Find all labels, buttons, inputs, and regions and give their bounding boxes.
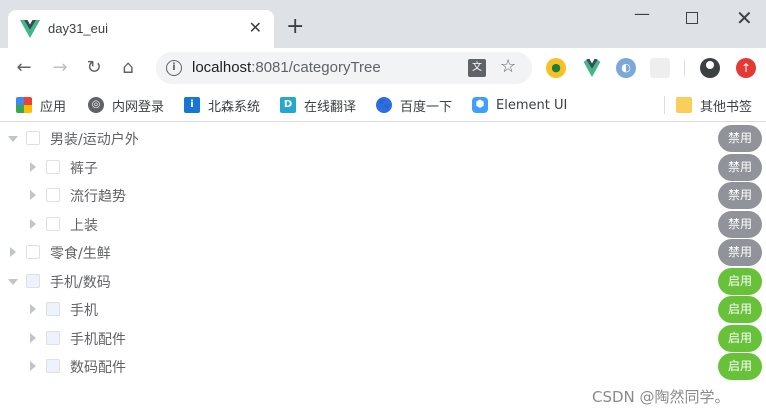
- category-tree: 男装/运动户外 禁用 裤子 禁用 流行趋势 禁用 上装 禁用 零食/生鲜 禁用 手机/数码 启用 手机启…: [0, 124, 766, 381]
- bookmark-apps[interactable]: 应用: [16, 96, 67, 115]
- info-icon[interactable]: i: [166, 60, 182, 76]
- node-checkbox[interactable]: [46, 302, 60, 316]
- caret-down-icon[interactable]: [8, 136, 18, 142]
- tree-node[interactable]: 上装 禁用: [0, 210, 766, 239]
- bookmark-label: 内网登录: [112, 99, 165, 115]
- address-bar[interactable]: i localhost:8081/categoryTree 文 ☆: [156, 52, 532, 84]
- translate-icon[interactable]: 文: [468, 59, 486, 77]
- profile-avatar-icon[interactable]: [700, 58, 720, 78]
- bookmark-beisen[interactable]: i 北森系统: [184, 96, 261, 115]
- enable-status-button[interactable]: 启用: [718, 324, 762, 352]
- caret-down-icon[interactable]: [8, 278, 18, 285]
- caret-right-icon[interactable]: [10, 247, 16, 257]
- watermark: CSDN @陶然同学。: [592, 388, 730, 406]
- bookmark-translate[interactable]: D 在线翻译: [280, 96, 357, 115]
- apps-grid-icon: [16, 97, 32, 113]
- node-label: 手机/数码: [50, 274, 111, 291]
- globe-icon: ◎: [88, 97, 104, 113]
- url-host: localhost: [192, 59, 252, 76]
- bookmark-label: 北森系统: [208, 99, 261, 115]
- disable-status-button[interactable]: 禁用: [718, 210, 762, 238]
- bookmarks-divider: [664, 96, 665, 114]
- tree-node[interactable]: 手机/数码 启用: [0, 267, 766, 296]
- node-checkbox[interactable]: [46, 359, 60, 373]
- baidu-paw-icon: 🐾: [376, 97, 392, 113]
- maximize-icon[interactable]: [686, 12, 698, 24]
- bookmark-label: 应用: [40, 99, 67, 115]
- bookmark-element-ui[interactable]: ⬢ Element UI: [472, 96, 567, 114]
- caret-right-icon[interactable]: [30, 218, 36, 229]
- disable-status-button[interactable]: 禁用: [718, 182, 762, 209]
- toolbar-divider: [684, 60, 685, 76]
- reload-icon[interactable]: ↻: [82, 56, 106, 80]
- element-ui-icon: ⬢: [472, 97, 488, 113]
- node-checkbox[interactable]: [46, 216, 60, 231]
- node-label: 上装: [70, 217, 98, 234]
- node-label: 男装/运动户外: [50, 132, 139, 148]
- minimize-icon[interactable]: —: [634, 4, 650, 23]
- back-icon[interactable]: ←: [12, 56, 36, 80]
- caret-right-icon[interactable]: [30, 190, 36, 200]
- disable-status-button[interactable]: 禁用: [718, 153, 762, 181]
- update-icon[interactable]: ↑: [736, 58, 756, 78]
- extension-icon[interactable]: ●: [546, 58, 566, 78]
- other-bookmarks[interactable]: 其他书签: [676, 96, 753, 115]
- home-icon[interactable]: ⌂: [116, 56, 140, 80]
- caret-right-icon[interactable]: [30, 332, 36, 343]
- bookmark-baidu[interactable]: 🐾 百度一下: [376, 96, 453, 115]
- tree-node[interactable]: 手机 启用: [0, 295, 766, 324]
- tab-close-icon[interactable]: ✕: [249, 18, 262, 38]
- beisen-icon: i: [184, 97, 200, 113]
- disable-status-button[interactable]: 禁用: [718, 239, 762, 266]
- node-label: 零食/生鲜: [50, 246, 111, 262]
- browser-toolbar: ← → ↻ ⌂ i localhost:8081/categoryTree 文 …: [0, 48, 766, 88]
- bookmark-intranet[interactable]: ◎ 内网登录: [88, 96, 165, 115]
- url-path: :8081/categoryTree: [251, 59, 381, 76]
- caret-right-icon[interactable]: [30, 361, 36, 371]
- tree-node[interactable]: 流行趋势 禁用: [0, 181, 766, 210]
- tree-node[interactable]: 男装/运动户外 禁用: [0, 124, 766, 153]
- window-close-icon[interactable]: ✕: [736, 6, 753, 30]
- extension-icon[interactable]: [650, 58, 670, 78]
- extension-icon[interactable]: ◐: [616, 58, 636, 78]
- bookmark-label: 百度一下: [400, 99, 453, 115]
- enable-status-button[interactable]: 启用: [718, 353, 762, 380]
- browser-tab[interactable]: day31_eui ✕: [8, 10, 274, 48]
- url-text[interactable]: localhost:8081/categoryTree: [192, 59, 381, 76]
- node-checkbox[interactable]: [26, 131, 40, 145]
- tab-title: day31_eui: [48, 21, 108, 36]
- bookmark-label: 在线翻译: [304, 99, 357, 115]
- node-label: 裤子: [70, 160, 98, 177]
- node-checkbox[interactable]: [46, 159, 60, 174]
- disable-status-button[interactable]: 禁用: [718, 125, 762, 152]
- translate-d-icon: D: [280, 97, 296, 113]
- tree-node[interactable]: 裤子 禁用: [0, 153, 766, 182]
- vue-logo-icon: [20, 20, 40, 38]
- enable-status-button[interactable]: 启用: [718, 296, 762, 323]
- tab-strip: day31_eui ✕ + — ✕: [0, 0, 766, 48]
- node-label: 手机: [70, 303, 98, 319]
- tree-node[interactable]: 数码配件 启用: [0, 352, 766, 381]
- tree-node[interactable]: 零食/生鲜 禁用: [0, 238, 766, 267]
- enable-status-button[interactable]: 启用: [718, 267, 762, 295]
- forward-icon[interactable]: →: [48, 56, 72, 80]
- bookmark-label: Element UI: [496, 97, 568, 113]
- node-label: 流行趋势: [70, 189, 126, 205]
- node-label: 数码配件: [70, 360, 126, 376]
- node-checkbox[interactable]: [26, 273, 40, 288]
- node-checkbox[interactable]: [46, 330, 60, 345]
- node-checkbox[interactable]: [46, 188, 60, 202]
- node-label: 手机配件: [70, 331, 126, 348]
- folder-icon: [676, 97, 692, 113]
- caret-right-icon[interactable]: [30, 304, 36, 314]
- other-bookmarks-label: 其他书签: [700, 99, 753, 115]
- caret-right-icon[interactable]: [30, 161, 36, 172]
- vue-devtools-icon[interactable]: [582, 58, 602, 78]
- bookmark-star-icon[interactable]: ☆: [500, 56, 516, 77]
- node-checkbox[interactable]: [26, 245, 40, 259]
- new-tab-button[interactable]: +: [286, 16, 304, 38]
- tree-node[interactable]: 手机配件 启用: [0, 324, 766, 353]
- bookmarks-bar: 应用 ◎ 内网登录 i 北森系统 D 在线翻译 🐾 百度一下 ⬢ Element…: [0, 88, 766, 122]
